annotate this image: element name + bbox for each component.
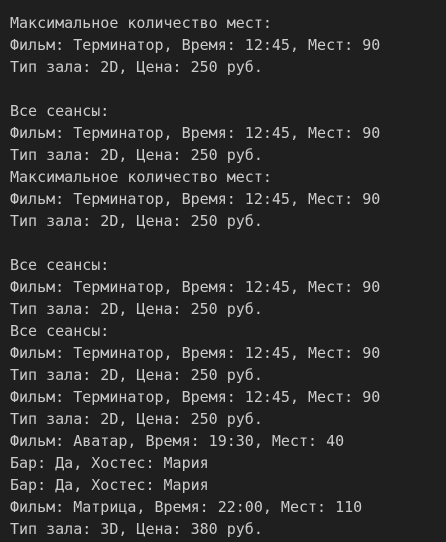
output-line: Фильм: Терминатор, Время: 12:45, Мест: 9… — [10, 36, 381, 54]
output-line: Бар: Да, Хостес: Мария — [10, 476, 209, 494]
output-line: Фильм: Терминатор, Время: 12:45, Мест: 9… — [10, 388, 381, 406]
output-line: Все сеансы: — [10, 322, 110, 340]
output-line: Тип зала: 3D, Цена: 380 руб. — [10, 520, 263, 538]
output-line: Фильм: Аватар, Время: 19:30, Мест: 40 — [10, 432, 345, 450]
output-line: Фильм: Матрица, Время: 22:00, Мест: 110 — [10, 498, 363, 516]
output-line: Максимальное количество мест: — [10, 168, 272, 186]
output-line: Тип зала: 2D, Цена: 250 руб. — [10, 410, 263, 428]
output-line: Бар: Да, Хостес: Мария — [10, 454, 209, 472]
output-line: Все сеансы: — [10, 102, 110, 120]
output-line: Фильм: Терминатор, Время: 12:45, Мест: 9… — [10, 190, 381, 208]
terminal-output: Максимальное количество мест: Фильм: Тер… — [0, 0, 446, 542]
output-line: Тип зала: 2D, Цена: 250 руб. — [10, 58, 263, 76]
output-line: Фильм: Терминатор, Время: 12:45, Мест: 9… — [10, 124, 381, 142]
output-line: Максимальное количество мест: — [10, 14, 272, 32]
output-line: Тип зала: 2D, Цена: 250 руб. — [10, 146, 263, 164]
output-line: Тип зала: 2D, Цена: 250 руб. — [10, 300, 263, 318]
output-line: Фильм: Терминатор, Время: 12:45, Мест: 9… — [10, 344, 381, 362]
output-line: Тип зала: 2D, Цена: 250 руб. — [10, 366, 263, 384]
output-line: Фильм: Терминатор, Время: 12:45, Мест: 9… — [10, 278, 381, 296]
output-line: Тип зала: 2D, Цена: 250 руб. — [10, 212, 263, 230]
output-line: Все сеансы: — [10, 256, 110, 274]
